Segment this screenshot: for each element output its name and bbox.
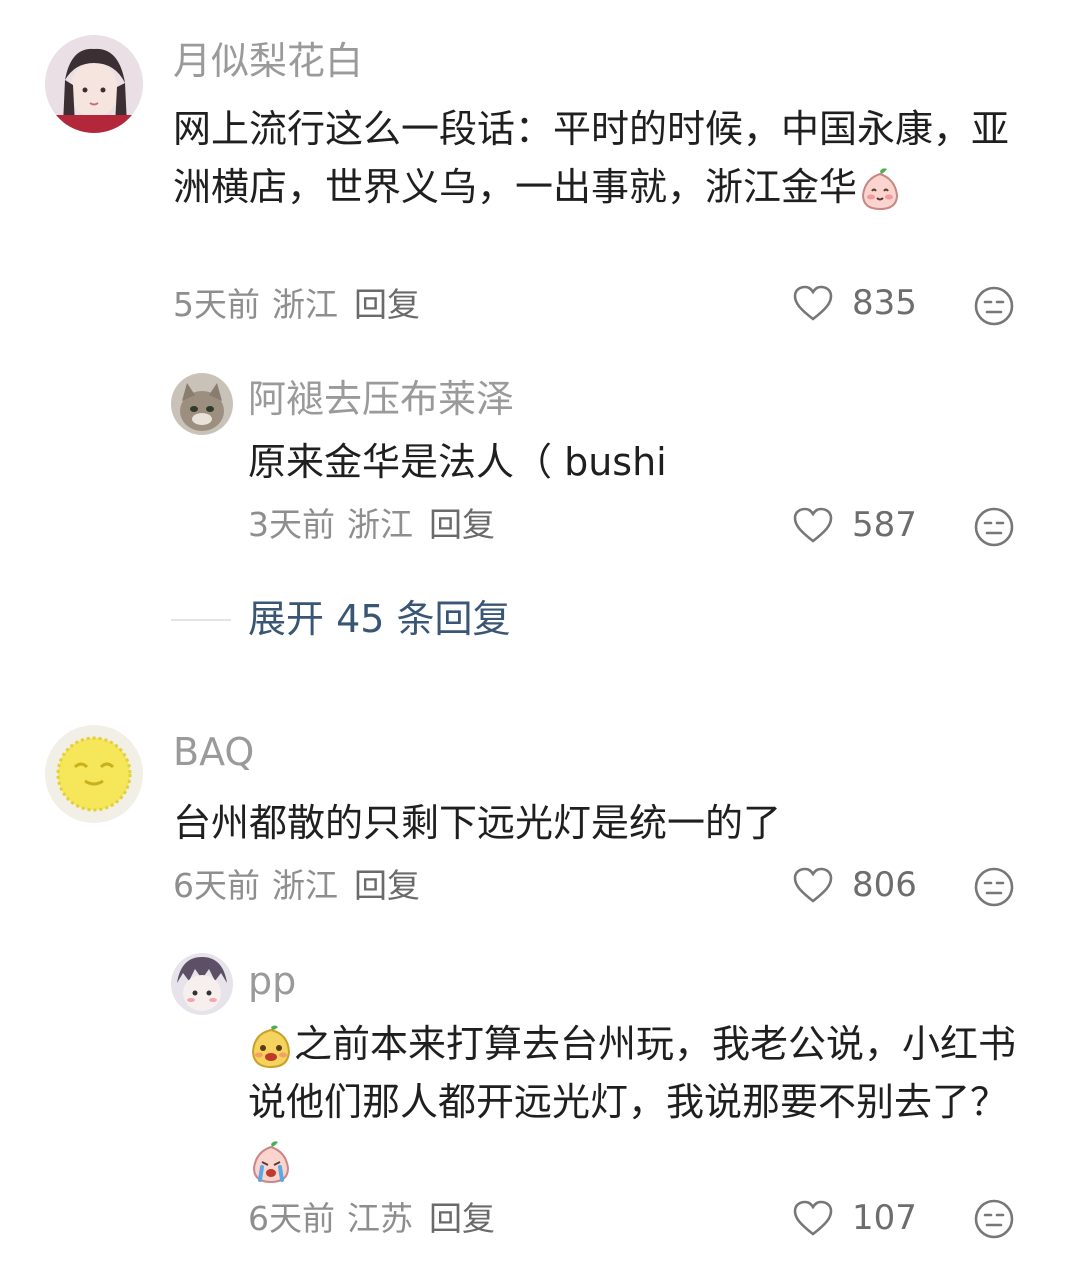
comment-location: 浙江 xyxy=(272,285,338,324)
avatar[interactable] xyxy=(45,725,143,823)
face-emoji-icon[interactable] xyxy=(973,285,1015,327)
username[interactable]: BAQ xyxy=(173,733,254,771)
comment-text: 原来金华是法人（ bushi xyxy=(248,440,667,484)
reply-button[interactable]: 回复 xyxy=(354,285,420,324)
peach-smile-emoji xyxy=(857,167,903,213)
username[interactable]: 阿褪去压布莱泽 xyxy=(248,380,514,418)
comment-time: 6天前 xyxy=(248,1199,335,1238)
avatar[interactable] xyxy=(171,953,233,1015)
comment-location: 浙江 xyxy=(347,505,413,544)
comment-time: 3天前 xyxy=(248,505,335,544)
like-button[interactable]: 835 xyxy=(792,284,917,322)
like-button[interactable]: 107 xyxy=(792,1199,917,1237)
face-emoji-icon[interactable] xyxy=(973,1198,1015,1240)
expand-divider xyxy=(171,619,231,621)
comment-text: 台州都散的只剩下远光灯是统一的了 xyxy=(173,801,782,845)
like-button[interactable]: 587 xyxy=(792,506,917,544)
reply-button[interactable]: 回复 xyxy=(429,505,495,544)
heart-outline-icon xyxy=(792,1199,834,1237)
like-count: 587 xyxy=(852,505,917,545)
like-count: 107 xyxy=(852,1198,917,1238)
crying-peach-emoji xyxy=(248,1140,294,1186)
comment-list: 月似梨花白 网上流行这么一段话：平时的时候，中国永康，亚洲横店，世界义乌，一出事… xyxy=(0,0,1080,1263)
reply-button[interactable]: 回复 xyxy=(429,1199,495,1238)
comment-time: 6天前 xyxy=(173,866,260,905)
reply-button[interactable]: 回复 xyxy=(354,866,420,905)
heart-outline-icon xyxy=(792,284,834,322)
username[interactable]: pp xyxy=(248,962,296,1000)
like-count: 835 xyxy=(852,283,917,323)
like-count: 806 xyxy=(852,865,917,905)
comment-meta: 5天前 浙江 回复 xyxy=(173,288,420,321)
heart-outline-icon xyxy=(792,506,834,544)
yellow-face-emoji xyxy=(248,1024,294,1070)
avatar[interactable] xyxy=(171,373,233,435)
heart-outline-icon xyxy=(792,866,834,904)
comment-meta: 3天前 浙江 回复 xyxy=(248,508,495,541)
face-emoji-icon[interactable] xyxy=(973,866,1015,908)
face-emoji-icon[interactable] xyxy=(973,506,1015,548)
like-button[interactable]: 806 xyxy=(792,866,917,904)
comment-meta: 6天前 浙江 回复 xyxy=(173,869,420,902)
comment-location: 江苏 xyxy=(347,1199,413,1238)
comment-meta: 6天前 江苏 回复 xyxy=(248,1202,495,1235)
comment-text: 网上流行这么一段话：平时的时候，中国永康，亚洲横店，世界义乌，一出事就，浙江金华 xyxy=(173,100,1023,216)
comment-time: 5天前 xyxy=(173,285,260,324)
comment-text-body: 之前本来打算去台州玩，我老公说，小红书说他们那人都开远光灯，我说那要不别去了？ xyxy=(248,1022,1017,1124)
comment-location: 浙江 xyxy=(272,866,338,905)
comment-text: 之前本来打算去台州玩，我老公说，小红书说他们那人都开远光灯，我说那要不别去了？ xyxy=(248,1015,1028,1189)
expand-replies-button[interactable]: 展开 45 条回复 xyxy=(248,600,511,638)
avatar[interactable] xyxy=(45,35,143,133)
username[interactable]: 月似梨花白 xyxy=(173,42,363,80)
